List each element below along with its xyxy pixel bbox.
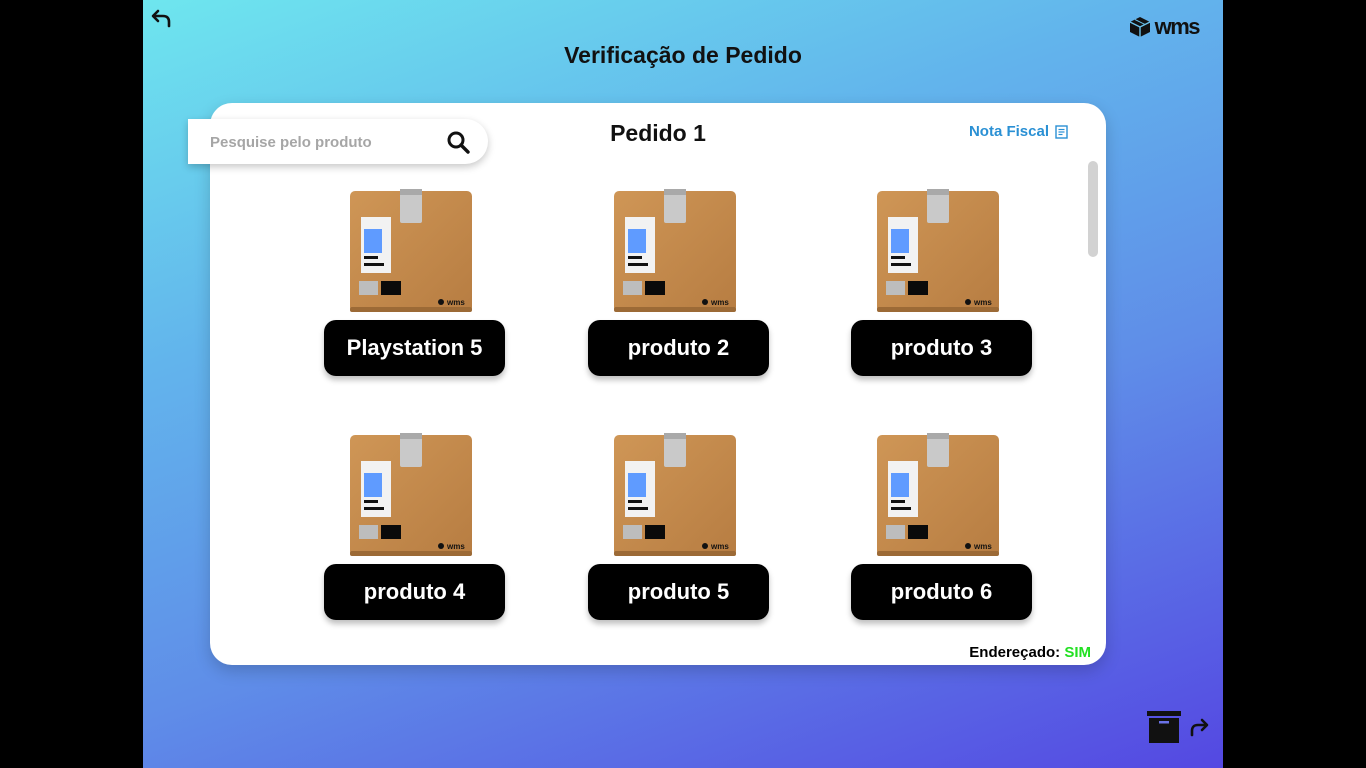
product-label[interactable]: produto 4 — [324, 564, 505, 620]
logo-text: wms — [1154, 14, 1201, 39]
search-bar — [188, 119, 488, 166]
product-label[interactable]: produto 5 — [588, 564, 769, 620]
search-input[interactable] — [188, 119, 452, 166]
addressed-value: SIM — [1064, 644, 1091, 661]
addressed-label: Endereçado: — [969, 644, 1061, 661]
wms-logo: wms — [1129, 14, 1201, 39]
product-label[interactable]: produto 6 — [851, 564, 1032, 620]
cube-logo-icon — [1129, 17, 1150, 37]
addressed-status: Endereçado: SIM — [969, 644, 1091, 661]
package-box-icon — [613, 189, 737, 313]
invoice-link[interactable]: Nota Fiscal — [969, 123, 1068, 140]
forward-arrow-icon[interactable] — [1188, 717, 1210, 739]
product-label[interactable]: produto 2 — [588, 320, 769, 376]
package-box-icon — [349, 189, 473, 313]
search-icon[interactable] — [446, 130, 470, 154]
package-box-icon — [613, 433, 737, 557]
undo-arrow-icon[interactable] — [151, 8, 173, 30]
document-icon — [1055, 124, 1068, 139]
archive-box-icon[interactable] — [1147, 711, 1181, 743]
invoice-link-label: Nota Fiscal — [968, 123, 1049, 140]
package-box-icon — [876, 433, 1000, 557]
product-label[interactable]: produto 3 — [851, 320, 1032, 376]
page-title: Verificação de Pedido — [564, 42, 802, 68]
package-box-icon — [876, 189, 1000, 313]
app-screen: wms Verificação de Pedido Pedido 1 Nota … — [143, 0, 1223, 768]
order-card: Pedido 1 Nota Fiscal Playstation 5 produ… — [210, 103, 1106, 665]
product-label[interactable]: Playstation 5 — [324, 320, 505, 376]
scrollbar-thumb[interactable] — [1088, 161, 1098, 257]
package-box-icon — [349, 433, 473, 557]
